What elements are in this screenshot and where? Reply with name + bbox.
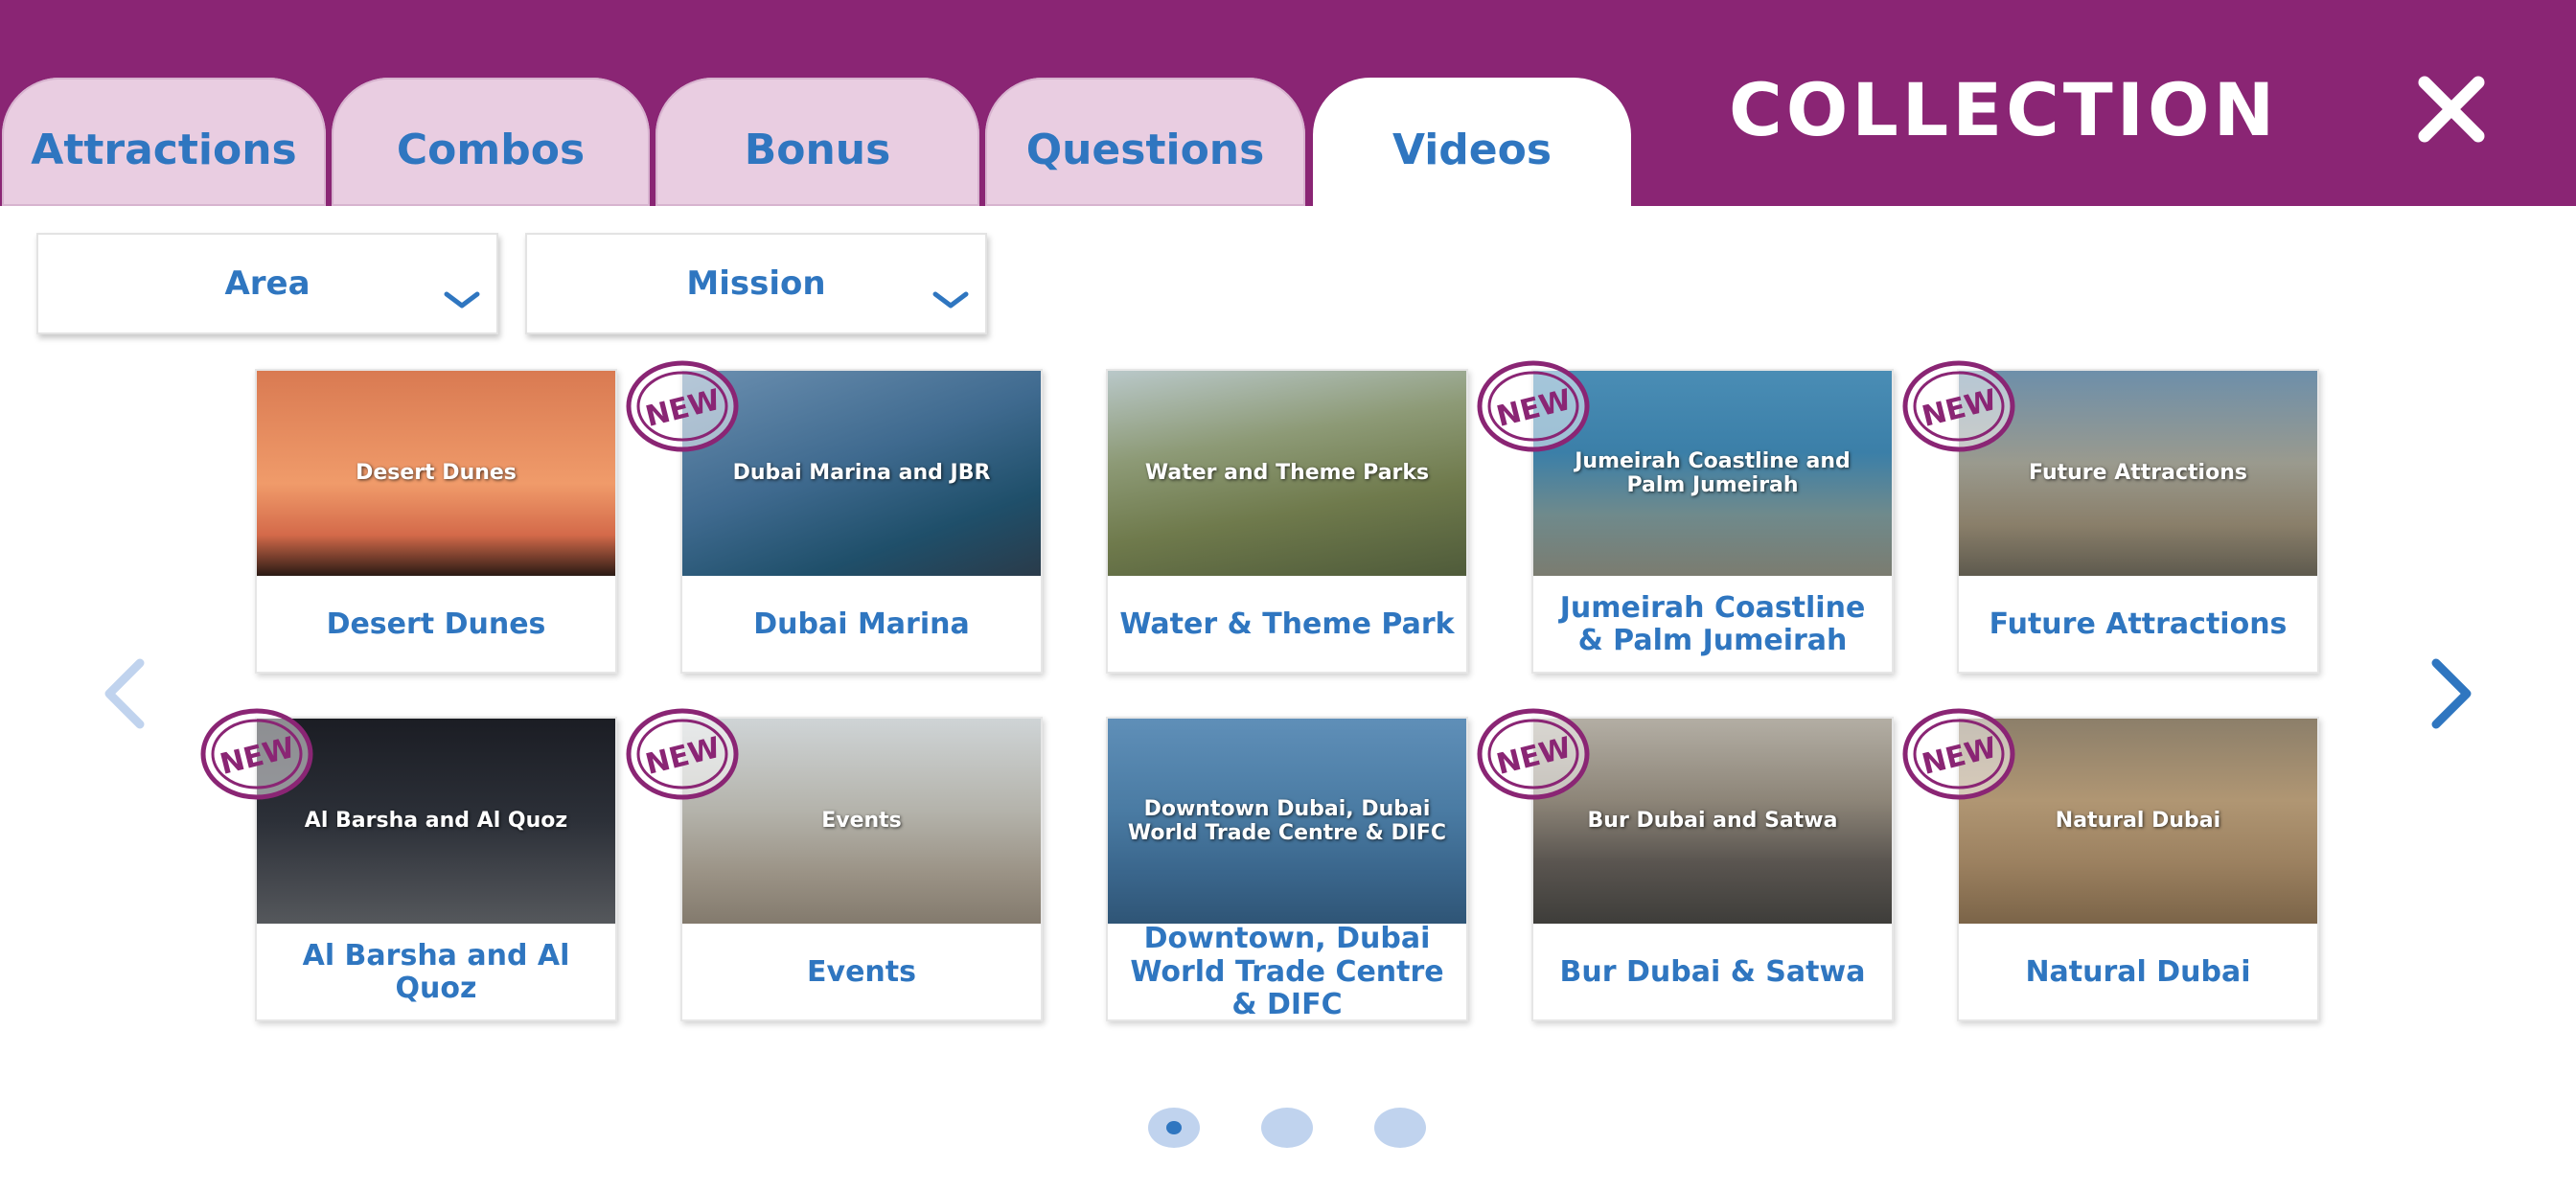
- next-arrow-icon[interactable]: [2423, 655, 2480, 732]
- tab-questions[interactable]: Questions: [985, 78, 1305, 206]
- new-badge-icon: NEW: [1477, 708, 1590, 800]
- thumbnail-text: Water and Theme Parks: [1144, 461, 1430, 486]
- thumbnail-text: Future Attractions: [2029, 461, 2247, 486]
- thumbnail-text: Desert Dunes: [356, 461, 517, 486]
- card-caption: Bur Dubai & Satwa: [1559, 954, 1866, 989]
- video-card-downtown-dubai[interactable]: Downtown Dubai, Dubai World Trade Centre…: [1106, 717, 1468, 1021]
- pagination-dot-2[interactable]: [1261, 1108, 1313, 1148]
- new-badge-icon: NEW: [1477, 360, 1590, 452]
- card-caption: Downtown, Dubai World Trade Centre & DIF…: [1130, 922, 1444, 1022]
- area-dropdown-label: Area: [224, 264, 310, 303]
- pagination-dot-3[interactable]: [1374, 1108, 1426, 1148]
- card-caption: Dubai Marina: [753, 606, 970, 641]
- new-badge-icon: NEW: [1902, 360, 2015, 452]
- thumbnail-text: Downtown Dubai, Dubai World Trade Centre…: [1127, 796, 1447, 845]
- video-thumbnail: Downtown Dubai, Dubai World Trade Centre…: [1108, 719, 1466, 924]
- new-badge-icon: NEW: [626, 360, 739, 452]
- thumbnail-text: Events: [821, 809, 902, 834]
- card-caption: Desert Dunes: [326, 606, 546, 641]
- tab-attractions[interactable]: Attractions: [2, 78, 326, 206]
- video-card-desert-dunes[interactable]: Desert Dunes Desert Dunes: [255, 369, 617, 674]
- pagination-dot-1[interactable]: [1148, 1108, 1200, 1148]
- card-caption: Al Barsha and Al Quoz: [302, 938, 570, 1005]
- card-caption: Events: [807, 954, 916, 989]
- thumbnail-text: Natural Dubai: [2055, 809, 2221, 834]
- tab-label: Attractions: [31, 125, 297, 174]
- thumbnail-text: Jumeirah Coastline and Palm Jumeirah: [1575, 448, 1851, 497]
- tab-combos[interactable]: Combos: [332, 78, 650, 206]
- close-icon: [2418, 76, 2485, 143]
- tab-videos[interactable]: Videos: [1313, 78, 1631, 206]
- tab-label: Bonus: [744, 125, 891, 174]
- tab-bonus[interactable]: Bonus: [656, 78, 979, 206]
- thumbnail-text: Dubai Marina and JBR: [732, 461, 991, 486]
- video-card-water-theme-park[interactable]: Water and Theme Parks Water & Theme Park: [1106, 369, 1468, 674]
- mission-dropdown-label: Mission: [686, 264, 826, 303]
- tab-label: Combos: [396, 125, 586, 174]
- thumbnail-text: Bur Dubai and Satwa: [1587, 809, 1838, 834]
- card-caption: Future Attractions: [1989, 606, 2288, 641]
- video-thumbnail: Desert Dunes: [257, 371, 615, 576]
- chevron-down-icon: [932, 291, 969, 309]
- tab-label: Videos: [1392, 125, 1552, 174]
- new-badge-icon: NEW: [200, 708, 313, 800]
- video-thumbnail: Water and Theme Parks: [1108, 371, 1466, 576]
- tab-label: Questions: [1025, 125, 1265, 174]
- area-dropdown[interactable]: Area: [36, 233, 498, 334]
- close-button[interactable]: [2407, 65, 2496, 153]
- chevron-down-icon: [444, 291, 480, 309]
- previous-arrow-icon[interactable]: [96, 655, 153, 732]
- mission-dropdown[interactable]: Mission: [525, 233, 987, 334]
- card-caption: Jumeirah Coastline & Palm Jumeirah: [1559, 590, 1866, 657]
- card-caption: Water & Theme Park: [1119, 606, 1455, 641]
- new-badge-icon: NEW: [1902, 708, 2015, 800]
- new-badge-icon: NEW: [626, 708, 739, 800]
- page-title: COLLECTION: [1729, 66, 2279, 152]
- card-caption: Natural Dubai: [2025, 954, 2251, 989]
- thumbnail-text: Al Barsha and Al Quoz: [304, 809, 568, 834]
